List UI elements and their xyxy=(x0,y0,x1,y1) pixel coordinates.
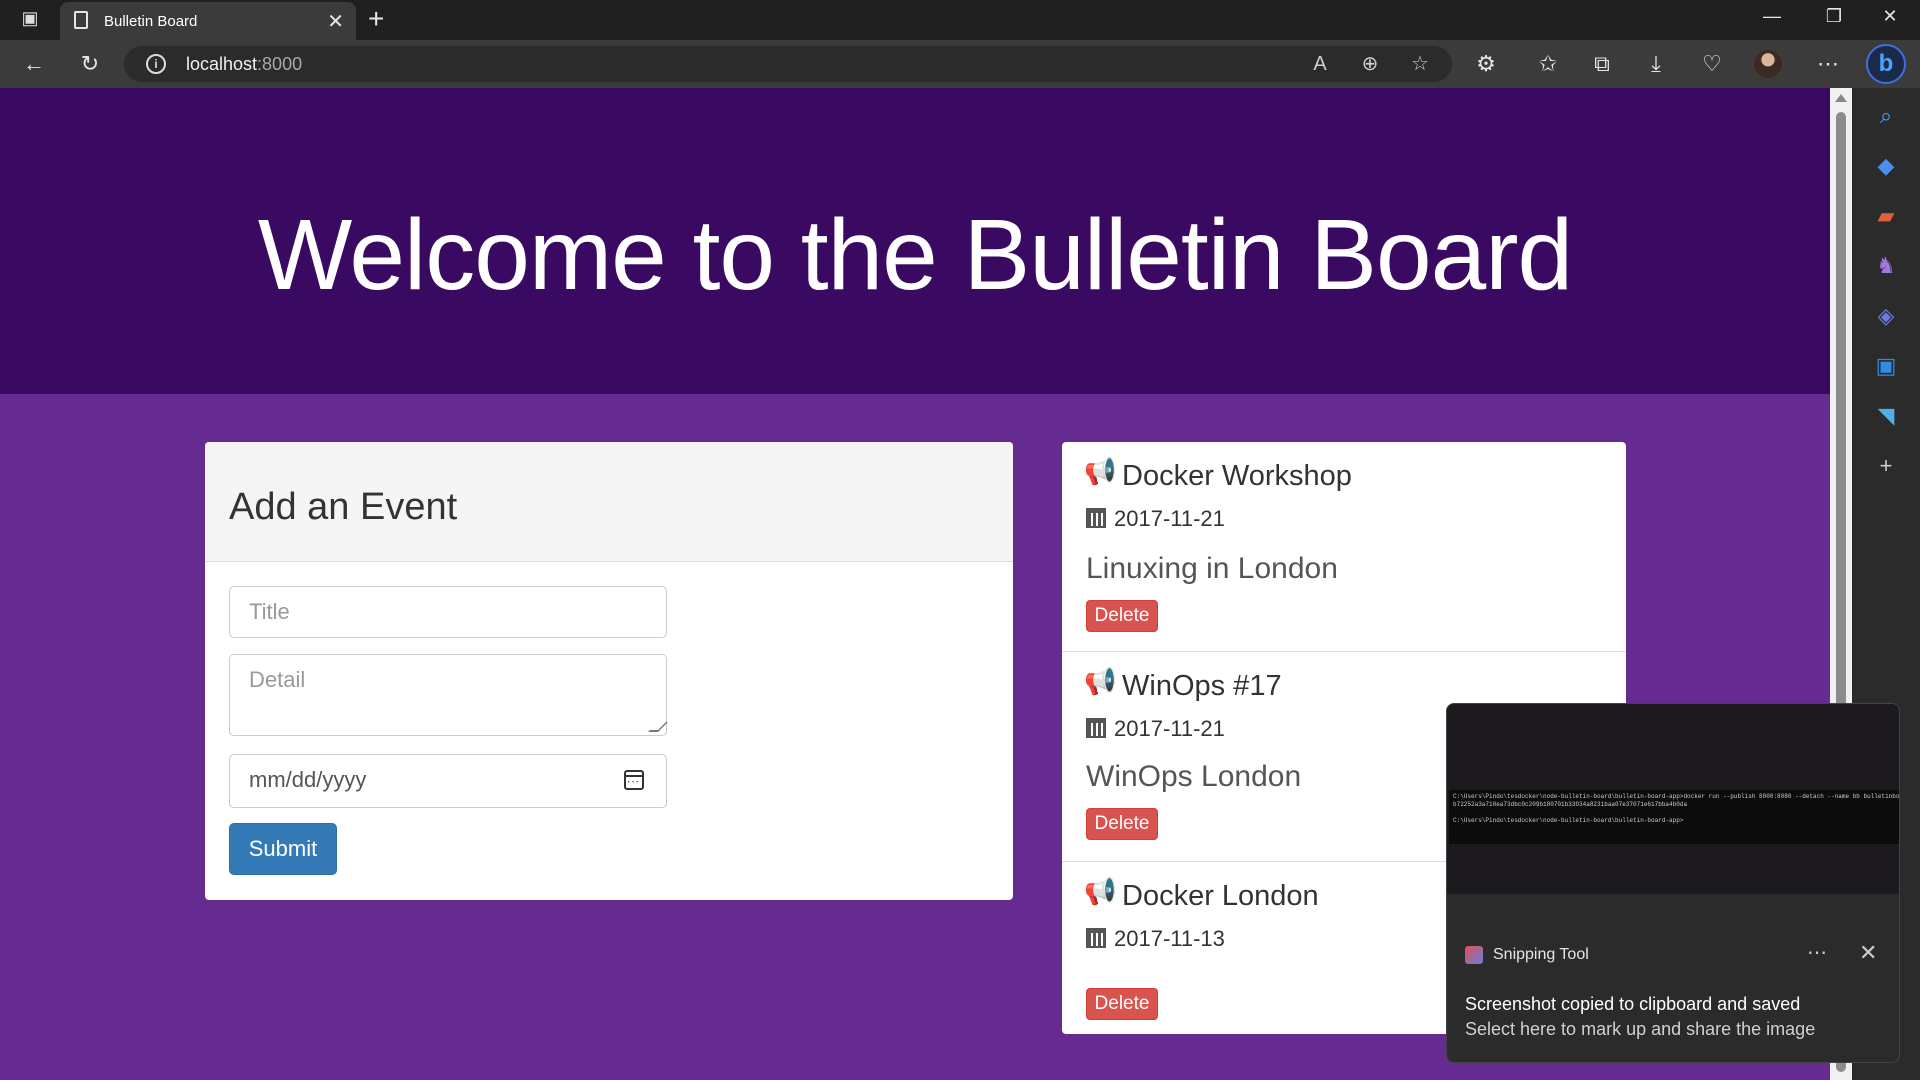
collections-icon[interactable]: ⧉ xyxy=(1586,48,1618,80)
snipping-tool-notification[interactable]: C:\Users\Pindo\tesdocker\node-bulletin-b… xyxy=(1446,703,1900,1063)
notification-app-name: Snipping Tool xyxy=(1493,946,1589,963)
read-aloud-icon[interactable]: A xyxy=(1304,48,1336,80)
add-event-heading: Add an Event xyxy=(229,486,458,528)
date-input[interactable]: mm/dd/yyyy xyxy=(229,754,667,808)
favorite-star-icon[interactable]: ☆ xyxy=(1404,48,1436,80)
detail-textarea[interactable]: Detail xyxy=(229,654,668,736)
page-icon xyxy=(74,11,88,29)
restore-icon[interactable]: ❐ xyxy=(1814,6,1854,27)
event-date: 2017-11-13 xyxy=(1114,926,1225,951)
url-text: localhost:8000 xyxy=(186,54,303,74)
outlook-icon[interactable]: ▣ xyxy=(1872,352,1900,380)
tab-actions-icon[interactable]: ▣ xyxy=(10,8,50,32)
close-tab-icon[interactable]: ✕ xyxy=(327,9,344,34)
add-sidebar-app-icon[interactable]: + xyxy=(1872,452,1900,480)
extensions-icon[interactable]: ⚙ xyxy=(1470,48,1502,80)
zoom-icon[interactable]: ⊕ xyxy=(1354,48,1386,80)
delete-button[interactable]: Delete xyxy=(1086,988,1158,1020)
back-icon[interactable]: ← xyxy=(18,48,50,80)
browser-toolbar: ← ↻ i localhost:8000 A ⊕ ☆ ⚙ ✩ ⧉ ⤓ ♡ ⋯ b xyxy=(0,40,1920,88)
terminal-preview: C:\Users\Pindo\tesdocker\node-bulletin-b… xyxy=(1449,790,1899,844)
megaphone-icon: 📢 xyxy=(1084,456,1117,486)
scroll-up-icon[interactable] xyxy=(1835,94,1847,102)
profile-avatar[interactable] xyxy=(1754,50,1782,78)
event-title: WinOps #17 xyxy=(1122,670,1282,702)
title-input[interactable]: Title xyxy=(229,586,667,638)
tab-title: Bulletin Board xyxy=(104,13,198,30)
event-detail: Linuxing in London xyxy=(1086,552,1338,585)
snipping-tool-icon xyxy=(1465,946,1483,964)
calendar-picker-icon[interactable] xyxy=(624,770,644,790)
browser-essentials-icon[interactable]: ♡ xyxy=(1696,48,1728,80)
event-detail: WinOps London xyxy=(1086,760,1302,793)
new-tab-icon[interactable]: + xyxy=(368,4,384,34)
calendar-icon xyxy=(1086,928,1106,948)
panel-heading: Add an Event xyxy=(205,442,1013,562)
favorites-icon[interactable]: ✩ xyxy=(1532,48,1564,80)
submit-button[interactable]: Submit xyxy=(229,823,337,875)
site-info-icon[interactable]: i xyxy=(146,54,166,74)
search-icon[interactable]: ⌕ xyxy=(1872,102,1900,130)
hero-banner: Welcome to the Bulletin Board xyxy=(0,88,1830,394)
calendar-icon xyxy=(1086,718,1106,738)
minimize-icon[interactable]: — xyxy=(1752,6,1792,27)
date-placeholder: mm/dd/yyyy xyxy=(249,767,367,792)
address-bar[interactable]: i localhost:8000 A ⊕ ☆ xyxy=(124,46,1452,82)
page-title: Welcome to the Bulletin Board xyxy=(257,199,1573,311)
shopping-tag-icon[interactable]: ◆ xyxy=(1872,152,1900,180)
delete-button[interactable]: Delete xyxy=(1086,808,1158,840)
microsoft-365-icon[interactable]: ◈ xyxy=(1872,302,1900,330)
event-date: 2017-11-21 xyxy=(1114,716,1225,741)
window-close-icon[interactable]: ✕ xyxy=(1870,6,1910,27)
browser-tab-bar: ▣ Bulletin Board ✕ + — ❐ ✕ xyxy=(0,0,1920,40)
megaphone-icon: 📢 xyxy=(1084,666,1117,696)
notification-close-icon[interactable]: ✕ xyxy=(1859,940,1877,966)
add-event-panel: Add an Event Title Detail mm/dd/yyyy Sub… xyxy=(205,442,1013,900)
screenshot-preview[interactable]: C:\Users\Pindo\tesdocker\node-bulletin-b… xyxy=(1447,704,1899,894)
games-icon[interactable]: ♞ xyxy=(1872,252,1900,280)
tools-icon[interactable]: ▰ xyxy=(1872,202,1900,230)
refresh-icon[interactable]: ↻ xyxy=(74,48,106,80)
event-title: Docker London xyxy=(1122,880,1319,912)
megaphone-icon: 📢 xyxy=(1084,876,1117,906)
notification-body: Select here to mark up and share the ima… xyxy=(1465,1019,1816,1039)
resize-handle-icon[interactable] xyxy=(648,722,668,732)
calendar-icon xyxy=(1086,508,1106,528)
browser-tab[interactable]: Bulletin Board ✕ xyxy=(60,2,356,40)
drop-icon[interactable]: ◥ xyxy=(1872,402,1900,430)
detail-placeholder: Detail xyxy=(249,667,306,692)
copilot-icon[interactable]: b xyxy=(1866,44,1906,84)
delete-button[interactable]: Delete xyxy=(1086,600,1158,632)
event-title: Docker Workshop xyxy=(1122,460,1352,492)
notification-heading: Screenshot copied to clipboard and saved xyxy=(1465,994,1801,1014)
notification-more-icon[interactable]: ⋯ xyxy=(1807,940,1827,965)
more-menu-icon[interactable]: ⋯ xyxy=(1812,48,1844,80)
downloads-icon[interactable]: ⤓ xyxy=(1640,48,1672,80)
event-item: 📢 Docker Workshop 2017-11-21 Linuxing in… xyxy=(1062,442,1626,652)
event-date: 2017-11-21 xyxy=(1114,506,1225,531)
